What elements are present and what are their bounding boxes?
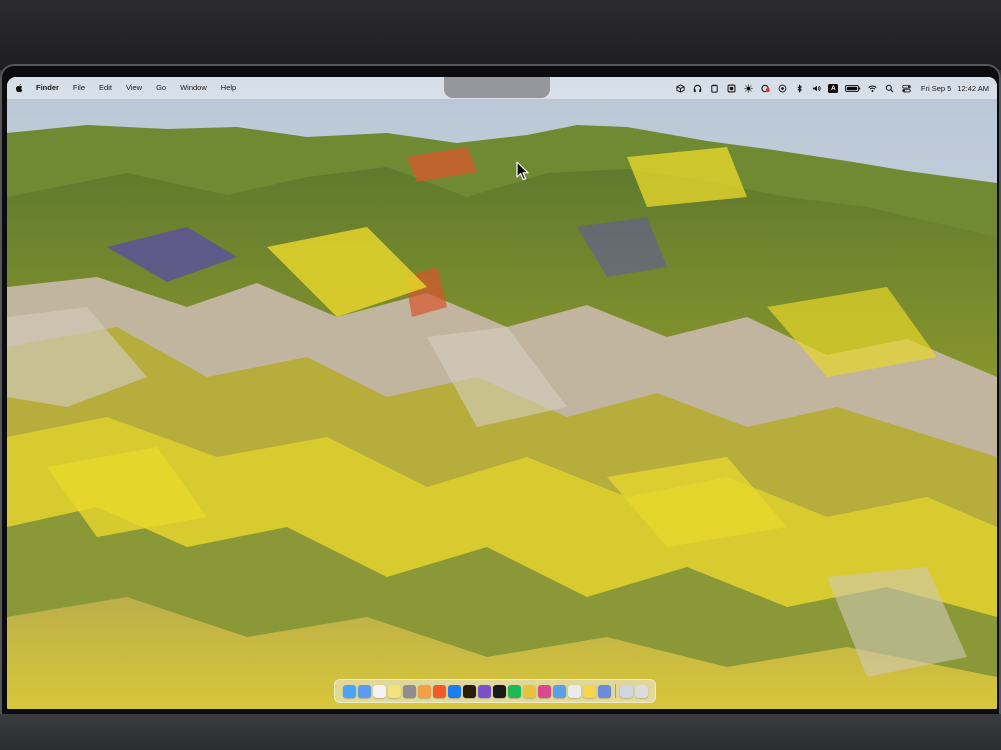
dock-preview-icon[interactable] — [597, 684, 611, 698]
room-background — [0, 0, 1001, 70]
dock-chatgpt-icon[interactable] — [492, 684, 506, 698]
box-icon[interactable] — [672, 77, 689, 99]
menu-edit[interactable]: Edit — [92, 77, 119, 99]
laptop-base — [0, 714, 1001, 750]
clock-date: Fri Sep 5 — [920, 83, 952, 93]
menu-file[interactable]: File — [66, 77, 92, 99]
clipboard-icon[interactable] — [706, 77, 723, 99]
menu-view[interactable]: View — [119, 77, 149, 99]
dock-visual-studio-icon[interactable] — [477, 684, 491, 698]
dock-craft-icon[interactable] — [567, 684, 581, 698]
dock-notes-icon[interactable] — [387, 684, 401, 698]
bluetooth-icon[interactable] — [791, 77, 808, 99]
input-source-icon[interactable]: A — [825, 77, 842, 99]
dock-trash-icon[interactable] — [634, 684, 648, 698]
menu-bar-clock[interactable]: Fri Sep 5 12:42 AM — [915, 84, 989, 93]
dock-app-store-icon[interactable] — [447, 684, 461, 698]
brightness-icon[interactable] — [740, 77, 757, 99]
menu-window[interactable]: Window — [173, 77, 214, 99]
battery-icon[interactable] — [842, 77, 864, 99]
dock — [334, 679, 656, 703]
shield-icon[interactable] — [723, 77, 740, 99]
clock-time: 12:42 AM — [957, 83, 989, 93]
menu-bar-extras: A Fri Sep 5 12:42 AM — [672, 77, 989, 99]
dock-illustrator-icon[interactable] — [462, 684, 476, 698]
screen: Finder File Edit View Go Window Help A F… — [7, 77, 997, 709]
search-icon[interactable] — [881, 77, 898, 99]
dock-downloads-folder-icon[interactable] — [619, 684, 633, 698]
dock-safari-icon[interactable] — [537, 684, 551, 698]
dock-photos-icon[interactable] — [417, 684, 431, 698]
control-center-icon[interactable] — [898, 77, 915, 99]
dock-separator — [614, 684, 616, 698]
apple-menu-icon[interactable] — [15, 83, 24, 93]
dock-chrome-icon[interactable] — [522, 684, 536, 698]
menu-bar: Finder File Edit View Go Window Help A F… — [7, 77, 997, 99]
menu-go[interactable]: Go — [149, 77, 173, 99]
input-source-label: A — [828, 83, 839, 93]
dock-finder-icon[interactable] — [342, 684, 356, 698]
dock-transmit-icon[interactable] — [552, 684, 566, 698]
red-badge-app-icon[interactable] — [757, 77, 774, 99]
headphones-icon[interactable] — [689, 77, 706, 99]
desktop-wallpaper — [7, 77, 997, 709]
dock-messages-icon[interactable] — [582, 684, 596, 698]
volume-icon[interactable] — [808, 77, 825, 99]
menu-bar-left: Finder File Edit View Go Window Help — [7, 77, 243, 99]
dock-swift-playgrounds-icon[interactable] — [432, 684, 446, 698]
dock-mail-icon[interactable] — [357, 684, 371, 698]
dock-system-settings-icon[interactable] — [402, 684, 416, 698]
mouse-pointer-icon — [516, 161, 529, 181]
wifi-icon[interactable] — [864, 77, 881, 99]
play-circle-icon[interactable] — [774, 77, 791, 99]
dock-calendar-icon[interactable] — [372, 684, 386, 698]
dock-spotify-icon[interactable] — [507, 684, 521, 698]
menu-help[interactable]: Help — [214, 77, 243, 99]
menu-finder[interactable]: Finder — [29, 77, 66, 99]
